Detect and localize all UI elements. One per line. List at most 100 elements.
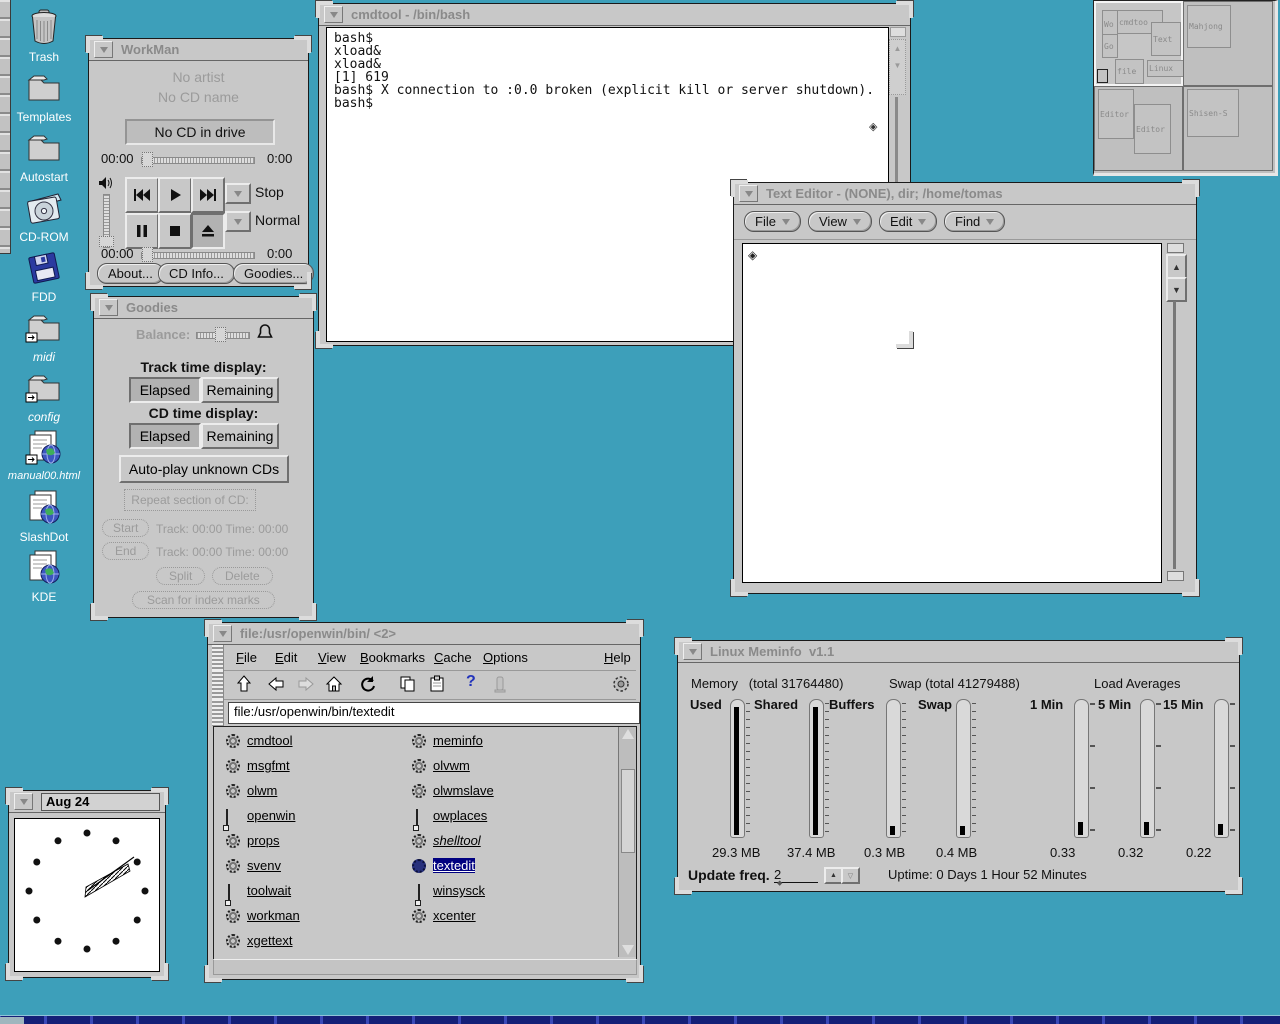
file-link[interactable]: olwm — [247, 783, 277, 798]
resize-corner[interactable] — [91, 294, 108, 311]
meminfo-titlebar[interactable]: Linux Meminfo v1.1 — [678, 641, 1239, 663]
goodies-titlebar[interactable]: Goodies — [94, 297, 313, 319]
resize-corner[interactable] — [294, 36, 311, 53]
edit-menu[interactable]: Edit — [275, 650, 297, 665]
gear-icon[interactable] — [610, 673, 632, 700]
cd-info-button[interactable]: CD Info... — [158, 263, 235, 284]
pager-desktop-4[interactable]: Shisen-S — [1183, 86, 1273, 171]
scrollbar-elevator[interactable]: ▲▼ — [889, 39, 906, 95]
file-list-scrollbar[interactable] — [618, 727, 636, 957]
eject-button[interactable] — [191, 213, 225, 249]
file-menu[interactable]: File — [744, 211, 801, 232]
file-link[interactable]: xcenter — [433, 908, 476, 923]
virtual-desktop-pager[interactable]: Wo cmdtoo Text Go file Linux Mahjong Edi… — [1093, 0, 1278, 176]
bookmarks-menu[interactable]: Bookmarks — [360, 650, 425, 665]
edit-menu[interactable]: Edit — [879, 211, 937, 232]
resize-corner[interactable] — [896, 1, 913, 18]
stop-icon[interactable] — [490, 674, 510, 699]
resize-corner[interactable] — [299, 603, 316, 620]
resize-corner[interactable] — [86, 36, 103, 53]
desktop-icon-trash[interactable]: Trash — [4, 8, 84, 64]
slider-thumb[interactable] — [142, 247, 153, 262]
file-link[interactable]: props — [247, 833, 280, 848]
play-button[interactable] — [158, 177, 192, 213]
help-icon[interactable]: ? — [466, 673, 476, 691]
view-menu[interactable]: View — [318, 650, 346, 665]
scroll-down-button[interactable]: ▼ — [1166, 277, 1187, 302]
clock-titlebar[interactable]: Aug 24 — [9, 791, 165, 813]
next-track-button[interactable] — [191, 177, 225, 213]
reload-icon[interactable] — [358, 674, 378, 699]
help-menu[interactable]: Help — [604, 650, 631, 665]
pager-mini-window[interactable]: Text — [1151, 22, 1181, 56]
file-link[interactable]: olvwm — [433, 758, 470, 773]
autoplay-button[interactable]: Auto-play unknown CDs — [119, 455, 289, 483]
resize-corner[interactable] — [6, 788, 23, 805]
urlbar-drag-handle[interactable] — [212, 699, 224, 726]
resize-corner[interactable] — [316, 1, 333, 18]
resize-corner[interactable] — [316, 331, 333, 348]
file-link[interactable]: toolwait — [247, 883, 291, 898]
scroll-up-arrow[interactable] — [622, 729, 634, 739]
repeat-start-button[interactable]: Start — [102, 519, 149, 537]
cache-menu[interactable]: Cache — [434, 650, 472, 665]
resize-corner[interactable] — [6, 963, 23, 980]
resize-corner[interactable] — [896, 331, 913, 348]
pager-desktop-3[interactable]: Editor Editor — [1094, 86, 1183, 171]
scrollbar-cable[interactable] — [1173, 301, 1176, 569]
up-icon[interactable] — [234, 674, 254, 699]
cd-position-slider[interactable] — [141, 252, 255, 259]
pager-mini-window[interactable]: Editor — [1098, 89, 1134, 139]
resize-corner[interactable] — [1182, 579, 1199, 596]
play-mode-menu-button[interactable] — [225, 211, 251, 232]
about-button[interactable]: About... — [97, 263, 164, 284]
resize-corner[interactable] — [294, 272, 311, 289]
copy-icon[interactable] — [398, 674, 418, 699]
stop-button[interactable] — [158, 213, 192, 249]
taskbar-start-segment[interactable] — [0, 1017, 24, 1024]
resize-corner[interactable] — [1182, 180, 1199, 197]
track-remaining-button[interactable]: Remaining — [201, 377, 279, 403]
text-area[interactable]: ◈ — [742, 243, 1162, 583]
track-position-slider[interactable] — [141, 157, 255, 164]
resize-corner[interactable] — [86, 272, 103, 289]
delete-button[interactable]: Delete — [212, 567, 273, 585]
desktop-icon-autostart[interactable]: Autostart — [4, 128, 84, 184]
toolbar-drag-handle[interactable] — [212, 670, 224, 699]
file-link[interactable]: cmdtool — [247, 733, 293, 748]
resize-corner[interactable] — [731, 579, 748, 596]
scrollbar-anchor[interactable] — [890, 27, 906, 37]
file-link-symlink[interactable]: shelltool — [433, 833, 481, 848]
slider-thumb[interactable] — [215, 327, 226, 342]
file-link-selected[interactable]: textedit — [433, 858, 475, 873]
filemanager-titlebar[interactable]: file:/usr/openwin/bin/ <2> — [208, 623, 640, 645]
freq-down-button[interactable]: ▽ — [841, 867, 860, 884]
file-link[interactable]: owplaces — [433, 808, 487, 823]
file-link[interactable]: olwmslave — [433, 783, 494, 798]
desktop-icon-fdd[interactable]: FDD — [4, 248, 84, 304]
file-link[interactable]: winsysck — [433, 883, 485, 898]
forward-icon[interactable] — [296, 674, 316, 699]
file-menu[interactable]: File — [236, 650, 257, 665]
paste-icon[interactable] — [427, 674, 447, 699]
repeat-end-button[interactable]: End — [102, 542, 149, 560]
resize-corner[interactable] — [626, 965, 643, 982]
resize-corner[interactable] — [205, 620, 222, 637]
desktop-icon-templates[interactable]: Templates — [4, 68, 84, 124]
scroll-down-arrow[interactable] — [622, 945, 634, 955]
texteditor-titlebar[interactable]: Text Editor - (NONE), dir; /home/tomas — [734, 183, 1196, 205]
cd-elapsed-button[interactable]: Elapsed — [129, 423, 201, 449]
repeat-section-button[interactable]: Repeat section of CD: — [124, 489, 256, 511]
pager-mini-window[interactable]: Linux — [1147, 60, 1184, 77]
options-menu[interactable]: Options — [483, 650, 528, 665]
split-button[interactable]: Split — [156, 567, 205, 585]
scroll-up-button[interactable]: ▲ — [1166, 254, 1187, 279]
resize-corner[interactable] — [1225, 638, 1242, 655]
pager-mini-window[interactable]: Mahjong — [1187, 5, 1231, 48]
url-input[interactable]: file:/usr/openwin/bin/textedit — [228, 702, 640, 724]
pager-mini-window[interactable]: file — [1115, 59, 1144, 84]
resize-corner[interactable] — [151, 788, 168, 805]
resize-corner[interactable] — [731, 180, 748, 197]
slider-thumb[interactable] — [142, 152, 153, 167]
desktop-icon-slashdot[interactable]: SlashDot — [4, 488, 84, 544]
